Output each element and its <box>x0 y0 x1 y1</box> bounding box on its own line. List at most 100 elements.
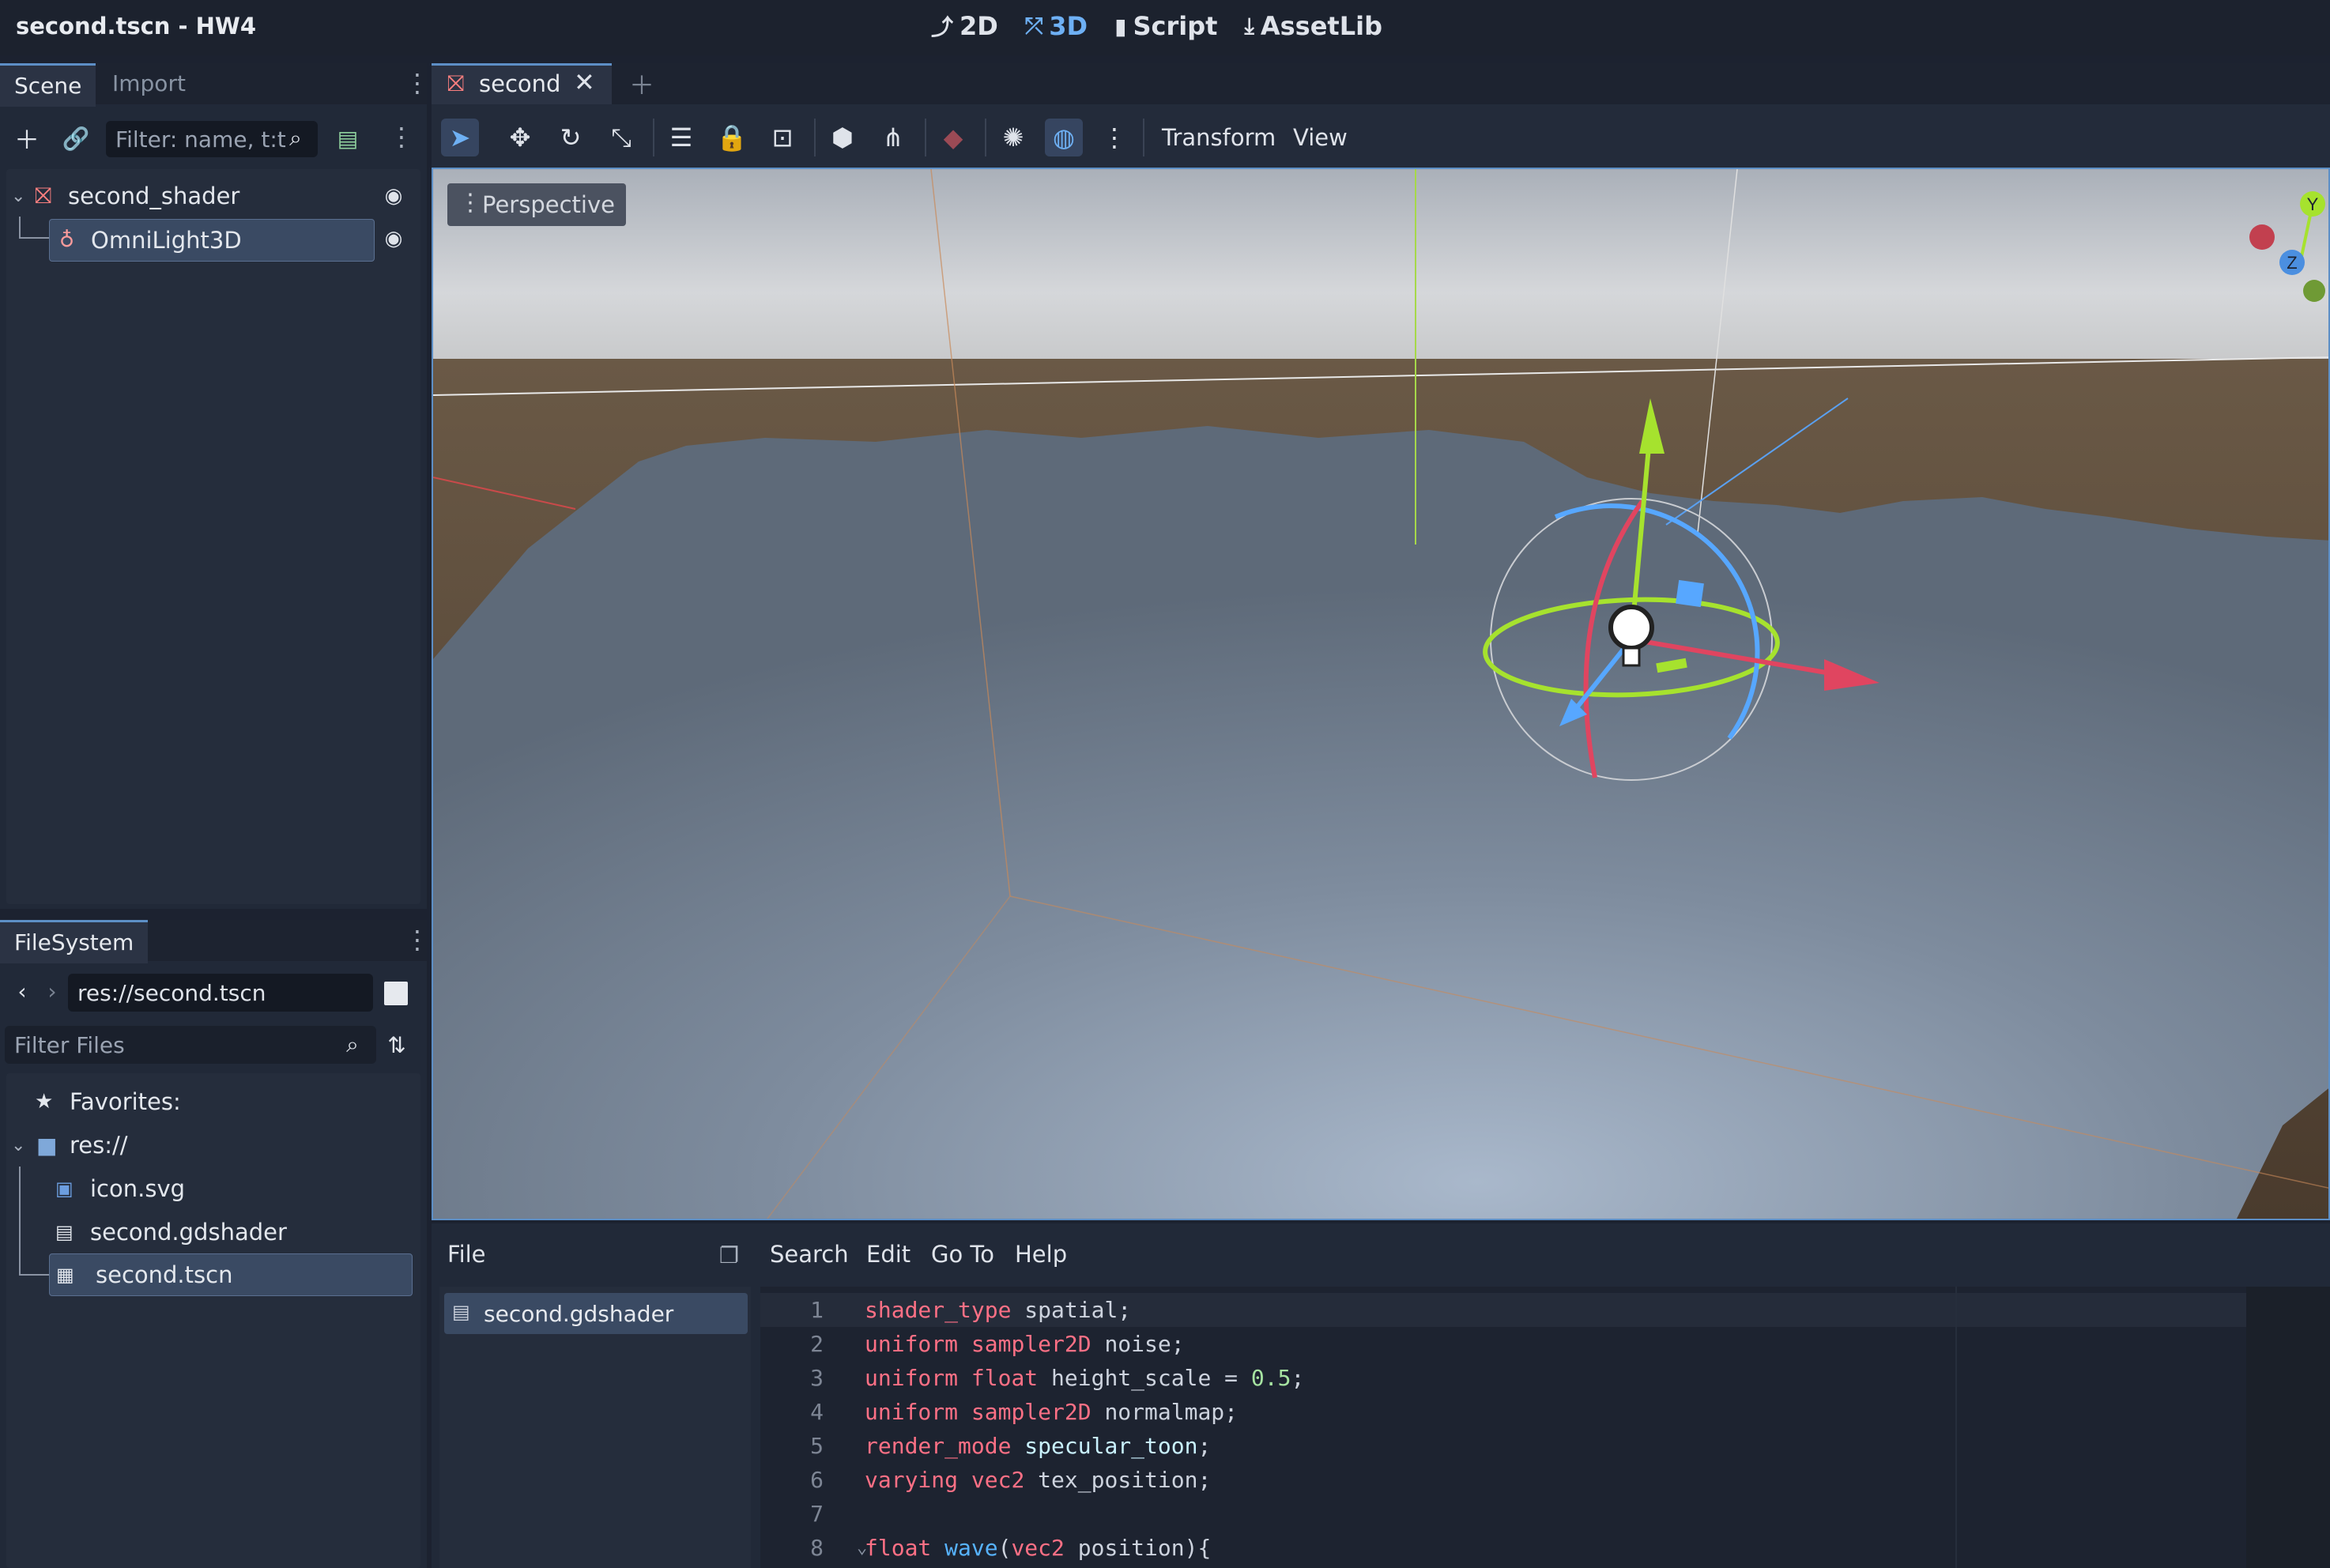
environment-preview-icon[interactable]: ◍ <box>1045 119 1083 156</box>
code-line[interactable]: uniform sampler2D normalmap; <box>865 1395 1238 1429</box>
plane-handle-xy[interactable] <box>1676 579 1704 608</box>
snap-icon[interactable]: ⋔ <box>874 119 912 156</box>
gizmo-y-label: Y <box>2307 194 2319 214</box>
scene-tabs-bar <box>432 63 2330 104</box>
scale-tool-icon[interactable]: ⤡ <box>602 119 640 156</box>
code-token: uniform <box>865 1365 959 1391</box>
sky <box>433 169 2328 375</box>
tree-item-second-gdshader[interactable]: ▤ second.gdshader <box>55 1212 287 1253</box>
filesystem-path-field[interactable]: res://second.tscn <box>68 974 373 1012</box>
gizmo-neg-x-circle[interactable] <box>2249 224 2275 250</box>
visibility-eye-icon[interactable]: ◉ <box>376 221 411 256</box>
code-line[interactable]: uniform sampler2D noise; <box>865 1327 1185 1361</box>
tree-item-favorites[interactable]: ★ Favorites: <box>35 1081 181 1122</box>
line-number: 4 <box>810 1399 824 1425</box>
script-edit-menu[interactable]: Edit <box>866 1241 911 1268</box>
tab-scene[interactable]: Scene <box>0 63 96 107</box>
forward-chevron-icon[interactable]: › <box>35 974 70 1008</box>
line-number: 8 <box>810 1535 824 1561</box>
tree-item-omnilight3d[interactable]: ♁ OmniLight3D <box>49 219 375 262</box>
code-line[interactable]: render_mode specular_toon; <box>865 1429 1211 1463</box>
tree-item-second-shader[interactable]: ⌄ ⛝ second_shader <box>11 175 414 217</box>
list-select-icon[interactable]: ☰ <box>662 119 700 156</box>
close-icon[interactable]: ✕ <box>574 67 595 97</box>
nav-script-button[interactable]: ▮ Script <box>1114 11 1217 41</box>
layout-toggle-icon[interactable] <box>384 982 408 1005</box>
code-token: uniform <box>865 1399 959 1425</box>
gizmo-neg-y-circle[interactable] <box>2303 280 2325 302</box>
tree-item-res-root[interactable]: ⌄ ■ res:// <box>11 1125 128 1166</box>
gizmo-z-label: Z <box>2287 253 2297 273</box>
preview-menu-icon[interactable]: ⋮ <box>1095 119 1133 156</box>
camera-preview-icon[interactable]: ◆ <box>934 119 972 156</box>
move-tool-icon[interactable]: ✥ <box>501 119 539 156</box>
code-line[interactable]: float wave(vec2 position){ <box>865 1531 1211 1565</box>
lock-icon[interactable]: 🔒 <box>713 119 751 156</box>
rotate-tool-icon[interactable]: ↻ <box>552 119 590 156</box>
orientation-gizmo[interactable]: Y Z <box>2237 169 2330 319</box>
group-icon[interactable]: ⊡ <box>763 119 801 156</box>
tree-guide-line <box>19 1274 49 1276</box>
shader-file-icon: ▤ <box>452 1301 470 1323</box>
folder-icon: ■ <box>36 1132 58 1159</box>
code-token: vec2 <box>971 1467 1025 1493</box>
nav-assetlib-button[interactable]: ⤓ AssetLib <box>1244 11 1382 41</box>
code-token: render_mode <box>865 1433 1012 1459</box>
viewport-scene[interactable] <box>433 169 2330 1220</box>
attach-script-icon[interactable]: ▤ <box>330 121 365 156</box>
2d-icon: ⤴ <box>931 14 954 40</box>
code-minimap <box>2246 1287 2330 1568</box>
script-search-menu[interactable]: Search <box>770 1241 849 1268</box>
line-number: 6 <box>810 1467 824 1493</box>
collapse-arrow-icon[interactable]: ⌄ <box>11 187 35 206</box>
visibility-eye-icon[interactable]: ◉ <box>376 179 411 213</box>
script-help-menu[interactable]: Help <box>1015 1241 1067 1268</box>
nav-3d-button[interactable]: ⤱ 3D <box>1025 11 1088 41</box>
sun-preview-icon[interactable]: ✺ <box>994 119 1032 156</box>
code-line[interactable]: uniform float height_scale = 0.5; <box>865 1361 1304 1395</box>
script-icon: ▮ <box>1114 13 1127 40</box>
code-token: 0.5 <box>1250 1365 1291 1391</box>
sort-icon[interactable]: ⇅ <box>379 1027 414 1062</box>
scene-tree-menu-icon[interactable] <box>389 122 414 153</box>
filter-files-input[interactable]: Filter Files <box>5 1026 376 1064</box>
code-line[interactable]: varying vec2 tex_position; <box>865 1463 1211 1497</box>
nav-2d-button[interactable]: ⤴ 2D <box>931 10 998 42</box>
toolbar-separator <box>985 119 986 156</box>
tab-import[interactable]: Import <box>98 63 200 104</box>
instance-scene-icon[interactable]: 🔗 <box>58 121 93 156</box>
toggle-scripts-panel-icon[interactable]: ❐ <box>719 1242 739 1268</box>
code-token: shader_type <box>865 1297 1012 1323</box>
tree-guide-line <box>19 237 49 239</box>
select-tool-icon[interactable]: ➤ <box>441 119 479 156</box>
tree-item-second-tscn[interactable]: ▦ second.tscn <box>49 1253 413 1296</box>
search-icon: ⌕ <box>289 125 302 151</box>
script-file-menu[interactable]: File <box>447 1241 486 1268</box>
transform-menu[interactable]: Transform <box>1162 119 1276 156</box>
tree-item-icon-svg[interactable]: ▣ icon.svg <box>55 1168 185 1209</box>
view-menu[interactable]: View <box>1293 119 1348 156</box>
filesystem-dock-menu-icon[interactable] <box>405 925 430 956</box>
assetlib-icon: ⤓ <box>1244 13 1254 39</box>
add-node-icon[interactable]: ＋ <box>9 121 44 156</box>
scene-tab-second[interactable]: ⛝ second ✕ <box>432 63 612 104</box>
add-scene-tab-icon[interactable]: ＋ <box>624 66 659 101</box>
3d-icon: ⤱ <box>1024 13 1043 39</box>
main-screen-nav: ⤴ 2D ⤱ 3D ▮ Script ⤓ AssetLib <box>931 0 1382 52</box>
collapse-arrow-icon[interactable]: ⌄ <box>11 1136 36 1155</box>
perspective-menu-button[interactable]: ⋮ Perspective <box>447 183 626 226</box>
tab-filesystem[interactable]: FileSystem <box>0 920 149 963</box>
code-token: position){ <box>1064 1535 1212 1561</box>
3d-viewport[interactable]: ⋮ Perspective Y Z <box>432 168 2330 1220</box>
code-editor[interactable]: ⌄ 1 shader_type spatial; 2 uniform sampler2… <box>760 1287 2330 1568</box>
open-script-item[interactable]: ▤ second.gdshader <box>444 1293 748 1334</box>
script-goto-menu[interactable]: Go To <box>931 1241 994 1268</box>
local-space-icon[interactable]: ⬢ <box>824 119 861 156</box>
code-line[interactable]: shader_type spatial; <box>865 1293 1131 1327</box>
line-number: 3 <box>810 1365 824 1391</box>
code-token: wave <box>944 1535 998 1561</box>
scene-dock-menu-icon[interactable] <box>405 68 430 100</box>
